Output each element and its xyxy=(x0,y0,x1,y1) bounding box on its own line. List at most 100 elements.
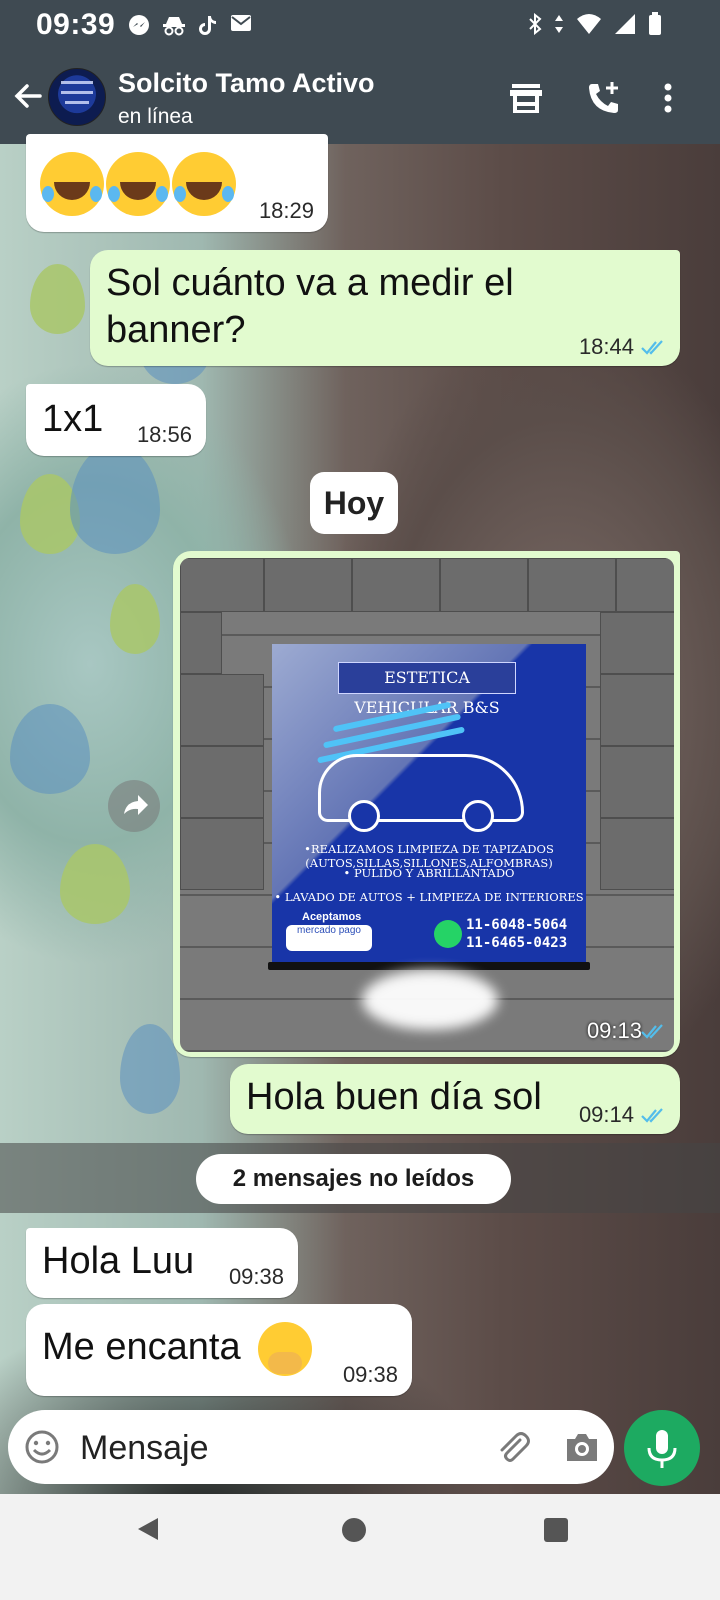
wall-tile xyxy=(180,818,264,890)
more-vert-icon xyxy=(664,83,672,113)
avatar[interactable] xyxy=(48,68,106,126)
wall-tile xyxy=(616,558,674,612)
avatar-detail xyxy=(61,91,93,94)
message-outgoing[interactable]: Hola buen día sol 09:14 xyxy=(230,1064,680,1134)
rolling-laughing-emoji xyxy=(40,152,104,216)
message-outgoing[interactable]: Sol cuánto va a medir el banner? 18:44 xyxy=(90,250,680,366)
car-wheel xyxy=(348,800,380,832)
banner-phone: 11-6048-5064 xyxy=(466,917,568,933)
rolling-laughing-emoji xyxy=(172,152,236,216)
wall-tile xyxy=(600,818,674,890)
message-time: 18:56 xyxy=(136,422,192,447)
wall-tile xyxy=(352,558,440,612)
read-ticks-icon xyxy=(641,1108,663,1123)
wall-tile xyxy=(180,612,222,674)
banner-service-line: • LAVADO DE AUTOS + LIMPIEZA DE INTERIOR… xyxy=(274,890,584,904)
banner-stand-bar xyxy=(268,962,590,970)
wallpaper-leaf xyxy=(110,584,160,654)
message-time: 09:14 xyxy=(578,1102,634,1127)
message-image[interactable]: ESTETICA VEHICULAR B&S •REALIZAMOS LIMPI… xyxy=(173,551,680,1057)
camera-icon xyxy=(567,1434,597,1461)
status-time: 09:39 xyxy=(36,8,116,41)
wall-tile xyxy=(600,612,674,674)
whatsapp-logo-icon xyxy=(434,920,462,948)
wallpaper-leaf xyxy=(70,444,160,554)
message-incoming[interactable]: Hola Luu 09:38 xyxy=(26,1228,298,1298)
banner-phone: 11-6465-0423 xyxy=(466,935,568,951)
banner-image[interactable]: ESTETICA VEHICULAR B&S •REALIZAMOS LIMPI… xyxy=(180,558,674,1052)
banner-accept-label: Aceptamos xyxy=(302,911,362,923)
avatar-detail xyxy=(65,101,89,104)
message-incoming[interactable]: Me encanta 09:38 xyxy=(26,1304,412,1396)
messenger-icon xyxy=(128,14,150,41)
nav-recents-button[interactable] xyxy=(544,1518,568,1542)
contact-status: en línea xyxy=(118,105,193,128)
attach-button[interactable] xyxy=(494,1428,532,1466)
wallpaper-leaf xyxy=(10,704,90,794)
banner: ESTETICA VEHICULAR B&S •REALIZAMOS LIMPI… xyxy=(272,644,586,966)
message-incoming[interactable]: 1x1 18:56 xyxy=(26,384,206,456)
store-button[interactable] xyxy=(508,80,544,116)
message-time: 18:44 xyxy=(578,334,634,359)
forward-button[interactable] xyxy=(108,780,160,832)
hand-over-mouth-emoji xyxy=(258,1322,312,1376)
car-wheel xyxy=(462,800,494,832)
wall-tile xyxy=(528,558,616,612)
read-ticks-icon xyxy=(641,340,663,355)
nav-home-button[interactable] xyxy=(342,1518,366,1542)
wall-tile xyxy=(180,558,264,612)
wallpaper-leaf xyxy=(30,264,85,334)
add-call-button[interactable] xyxy=(586,80,622,116)
forward-icon xyxy=(124,795,148,815)
wallpaper-leaf xyxy=(120,1024,180,1114)
system-icons xyxy=(528,12,662,41)
message-text: 1x1 xyxy=(42,398,104,440)
message-time: 09:13 xyxy=(586,1018,642,1043)
message-time: 09:38 xyxy=(342,1362,398,1387)
message-input[interactable] xyxy=(78,1422,462,1474)
camera-button[interactable] xyxy=(564,1430,600,1464)
store-icon xyxy=(510,84,542,113)
contact-name[interactable]: Solcito Tamo Activo xyxy=(118,68,375,99)
back-button[interactable] xyxy=(10,78,46,114)
message-text: Me encanta xyxy=(42,1326,241,1368)
emoji-icon xyxy=(25,1430,59,1464)
incognito-icon xyxy=(162,14,186,41)
emoji-row xyxy=(40,152,238,216)
battery-icon xyxy=(648,12,662,41)
status-bar: 09:39 xyxy=(0,0,720,52)
attach-icon xyxy=(500,1432,530,1462)
wifi-icon xyxy=(576,13,602,40)
wall-tile xyxy=(600,746,674,818)
emoji-button[interactable] xyxy=(24,1429,60,1465)
rolling-laughing-emoji xyxy=(106,152,170,216)
read-ticks-icon xyxy=(641,1024,663,1039)
avatar-detail xyxy=(61,81,93,84)
wall-tile xyxy=(600,674,674,746)
banner-title: ESTETICA VEHICULAR B&S xyxy=(338,662,516,717)
voice-record-button[interactable] xyxy=(624,1410,700,1486)
wallpaper-leaf xyxy=(60,844,130,924)
nav-back-icon xyxy=(138,1518,158,1540)
more-options-button[interactable] xyxy=(656,80,680,116)
add-call-icon xyxy=(589,82,618,113)
message-incoming[interactable]: 18:29 xyxy=(26,134,328,232)
signal-icon xyxy=(614,13,636,40)
arrow-back-icon xyxy=(14,84,42,108)
mail-icon xyxy=(230,14,252,41)
mic-icon xyxy=(647,1430,677,1468)
unread-label: 2 mensajes no leídos xyxy=(196,1154,511,1204)
message-text: Sol cuánto va a medir el banner? xyxy=(106,262,514,351)
notification-icons xyxy=(128,14,252,41)
system-nav-bar xyxy=(0,1494,720,1600)
message-time: 09:38 xyxy=(228,1264,284,1289)
banner-service-line: • PULIDO Y ABRILLANTADO xyxy=(343,866,515,880)
message-text: Hola buen día sol xyxy=(246,1076,542,1118)
bluetooth-icon xyxy=(528,12,542,40)
data-arrows-icon xyxy=(554,13,564,40)
wall-tile xyxy=(264,558,352,612)
mercado-pago-logo: mercado pago xyxy=(286,925,372,951)
nav-back-button[interactable] xyxy=(134,1514,164,1544)
wall-tile xyxy=(180,674,264,746)
message-time: 18:29 xyxy=(258,198,314,223)
